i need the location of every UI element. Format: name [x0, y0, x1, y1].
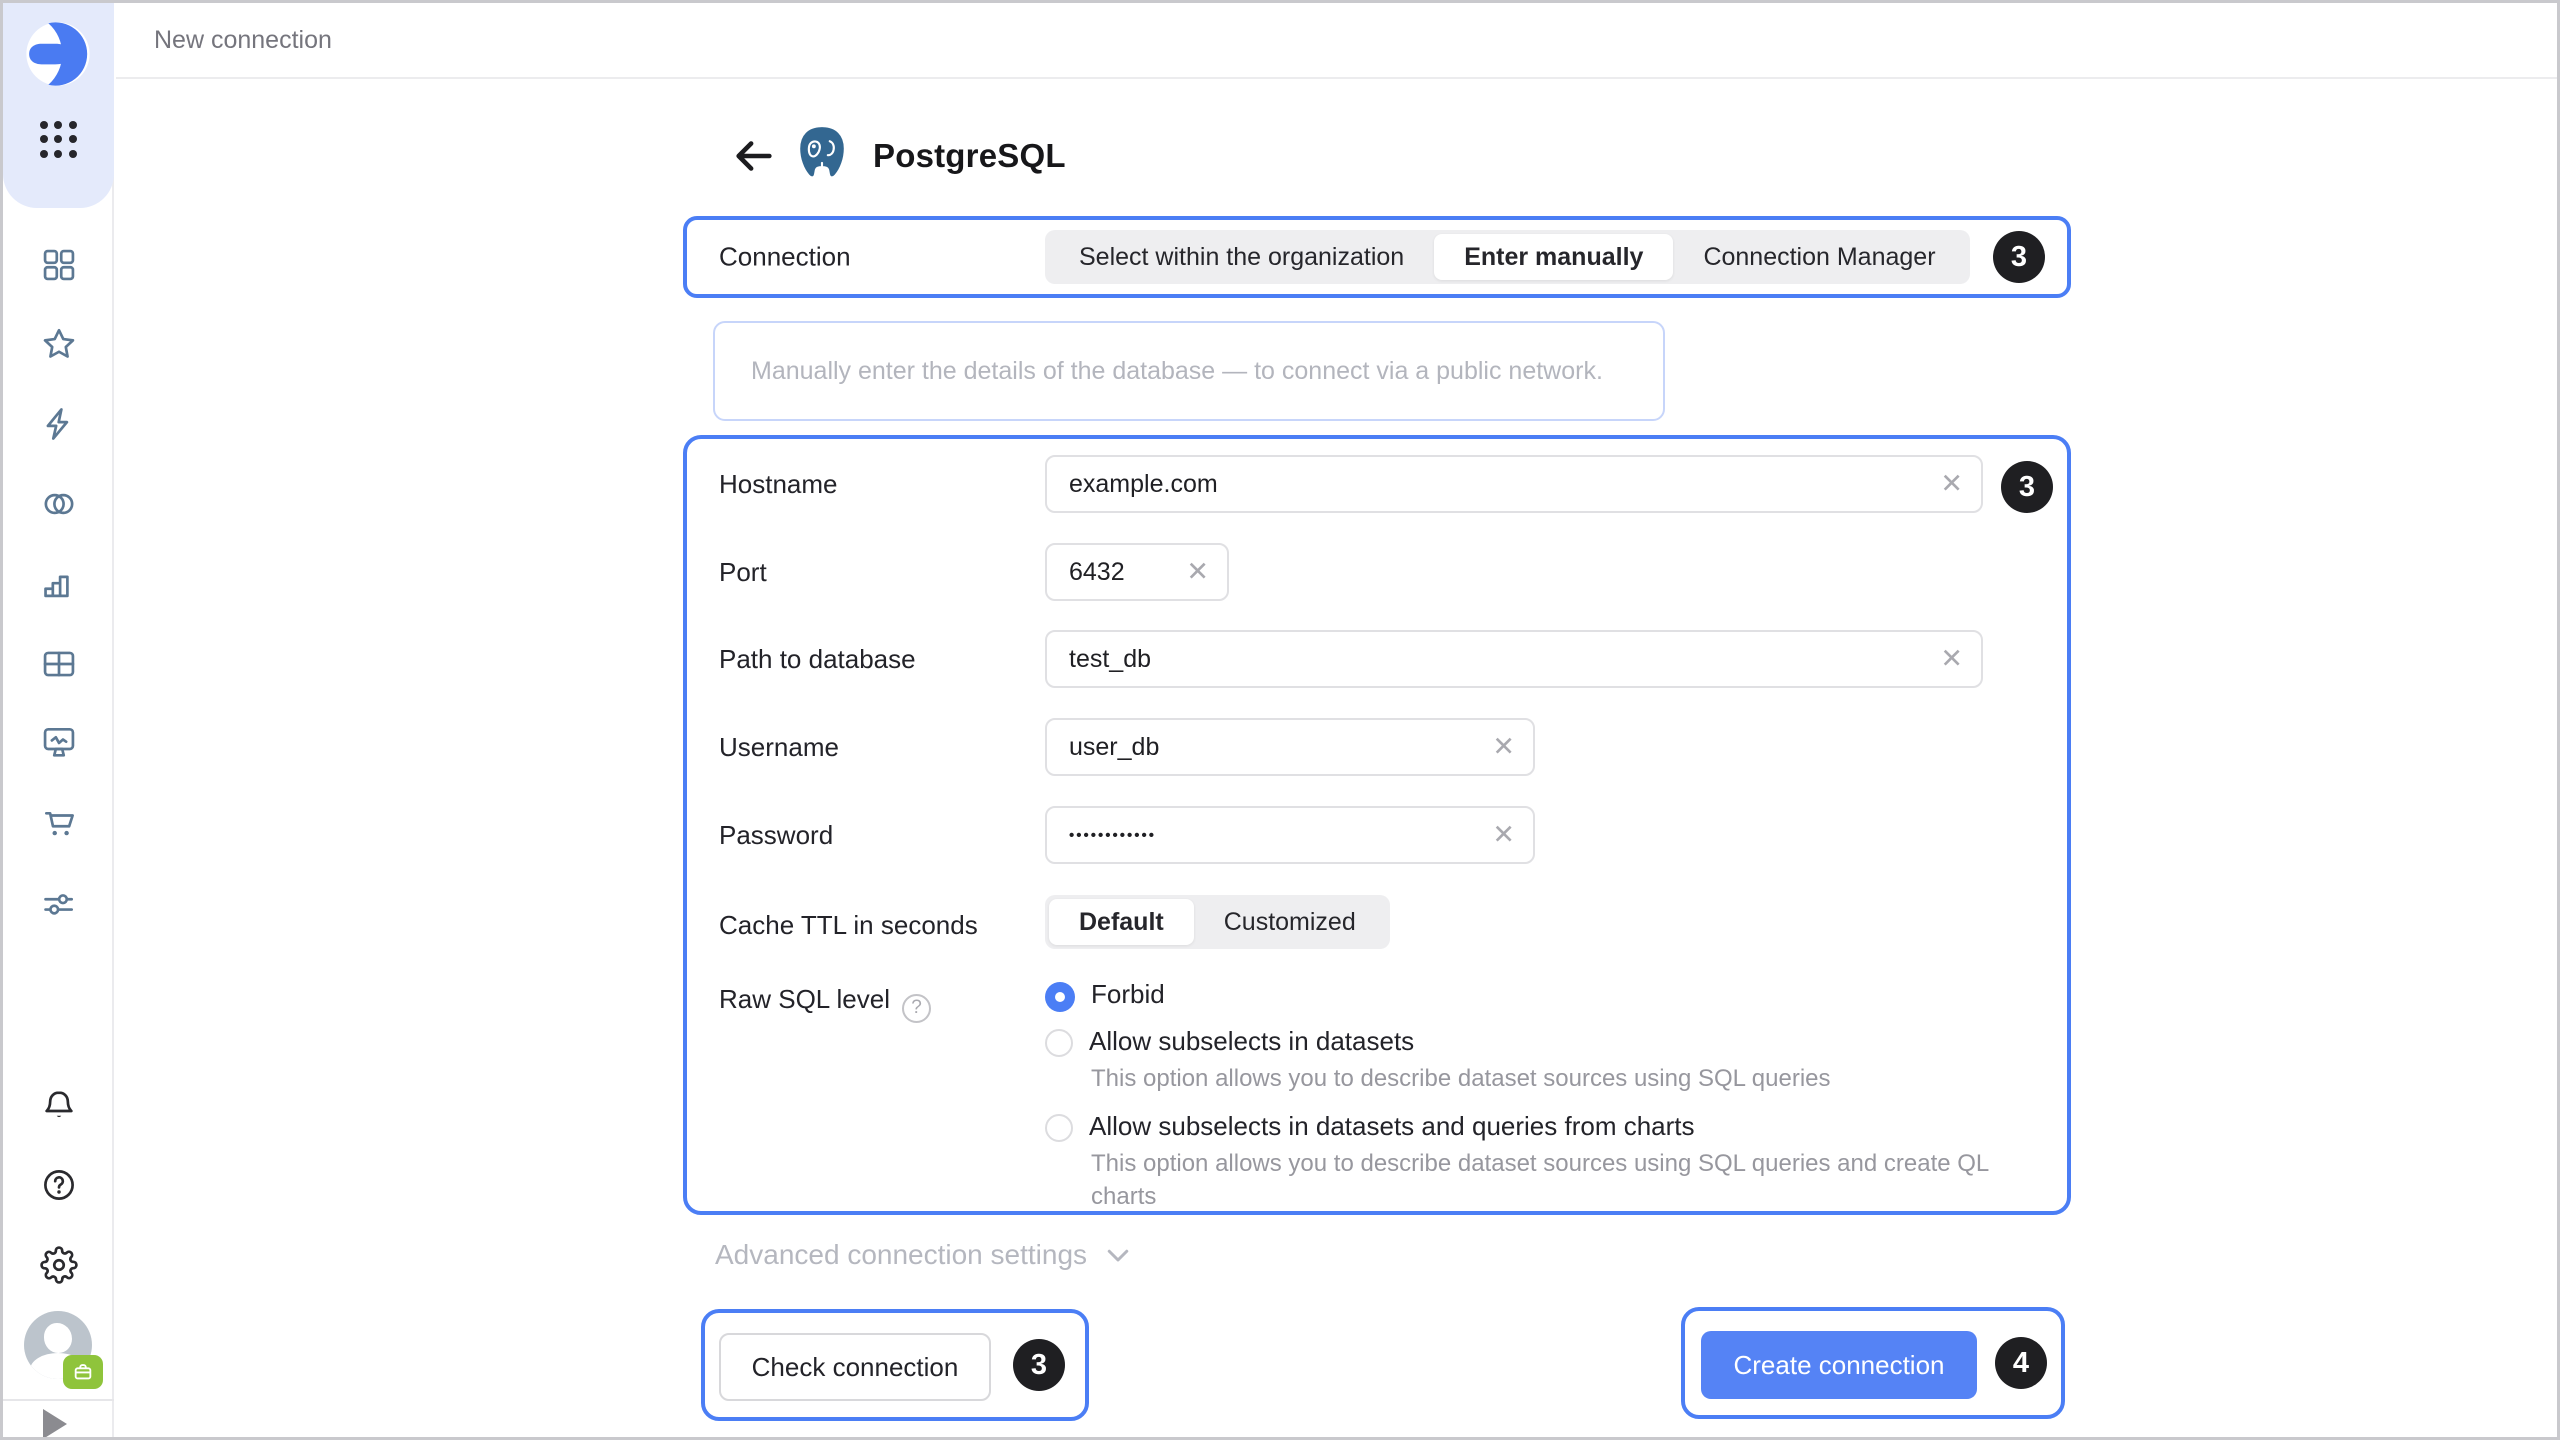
hostname-label: Hostname [719, 469, 838, 500]
back-arrow-icon[interactable] [731, 133, 777, 179]
password-label: Password [719, 820, 833, 851]
annotation-box-form: 3 Hostname example.com ✕ Port 6432 ✕ Pat… [683, 435, 2071, 1215]
password-input[interactable]: •••••••••••• ✕ [1045, 806, 1535, 864]
chevron-down-icon [1103, 1240, 1133, 1270]
port-input[interactable]: 6432 ✕ [1045, 543, 1229, 601]
help-icon[interactable] [39, 1165, 79, 1205]
datalens-logo-icon[interactable] [25, 21, 91, 87]
path-to-database-label: Path to database [719, 644, 916, 675]
radio-option-subselects[interactable]: Allow subselects in datasets This option… [1045, 1026, 2031, 1095]
briefcase-badge-icon [63, 1355, 103, 1389]
radio-icon[interactable] [1045, 1029, 1073, 1057]
sidebar [3, 3, 114, 1437]
port-label: Port [719, 557, 767, 588]
annotation-badge-4: 4 [1995, 1337, 2047, 1389]
hostname-input[interactable]: example.com ✕ [1045, 455, 1983, 513]
clear-icon[interactable]: ✕ [1940, 471, 1963, 498]
logo-panel [3, 3, 114, 208]
username-label: Username [719, 732, 839, 763]
path-to-database-input[interactable]: test_db ✕ [1045, 630, 1983, 688]
clear-icon[interactable]: ✕ [1940, 646, 1963, 673]
radio-option-forbid[interactable]: Forbid [1045, 979, 2031, 1012]
annotation-box-check: Check connection 3 [701, 1309, 1089, 1421]
sidebar-item-favorites[interactable] [39, 324, 79, 364]
cache-ttl-label: Cache TTL in seconds [719, 910, 978, 941]
sidebar-item-editor[interactable] [39, 404, 79, 444]
annotation-box-connection: Connection Select within the organizatio… [683, 216, 2071, 298]
radio-description: This option allows you to describe datas… [1091, 1063, 2031, 1095]
create-connection-button[interactable]: Create connection [1701, 1331, 1977, 1399]
sidebar-item-datasets[interactable] [39, 484, 79, 524]
raw-sql-options: Forbid Allow subselects in datasets This… [1045, 979, 2031, 1213]
clear-icon[interactable]: ✕ [1186, 559, 1209, 586]
sidebar-item-tables[interactable] [39, 644, 79, 684]
page-head: PostgreSQL [731, 121, 1066, 191]
postgresql-logo-icon [791, 123, 853, 189]
raw-sql-label: Raw SQL level? [719, 984, 931, 1023]
connection-label: Connection [719, 242, 851, 273]
sidebar-item-dashboards[interactable] [39, 245, 79, 285]
check-connection-button[interactable]: Check connection [719, 1333, 991, 1401]
clear-icon[interactable]: ✕ [1492, 734, 1515, 761]
radio-option-subselects-charts[interactable]: Allow subselects in datasets and queries… [1045, 1111, 2031, 1213]
tab-select-within-organization[interactable]: Select within the organization [1049, 234, 1434, 280]
page-breadcrumb-title: New connection [154, 26, 332, 55]
app-window: New connection PostgreSQL Connection Sel… [0, 0, 2560, 1440]
page-title: PostgreSQL [873, 137, 1066, 175]
cache-ttl-customized[interactable]: Customized [1194, 899, 1386, 945]
tab-enter-manually[interactable]: Enter manually [1434, 234, 1673, 280]
annotation-badge-3: 3 [1013, 1339, 1065, 1391]
hint-text: Manually enter the details of the databa… [751, 357, 1603, 386]
radio-icon[interactable] [1045, 1114, 1073, 1142]
clear-icon[interactable]: ✕ [1492, 822, 1515, 849]
username-input[interactable]: user_db ✕ [1045, 718, 1535, 776]
tab-connection-manager[interactable]: Connection Manager [1673, 234, 1965, 280]
sidebar-item-services[interactable] [39, 884, 79, 924]
gear-icon[interactable] [39, 1245, 79, 1285]
cache-ttl-default[interactable]: Default [1049, 899, 1194, 945]
notifications-bell-icon[interactable] [39, 1085, 79, 1125]
sidebar-item-monitoring[interactable] [39, 722, 79, 762]
annotation-badge-3: 3 [2001, 461, 2053, 513]
sidebar-item-charts[interactable] [39, 564, 79, 604]
annotation-badge-3: 3 [1993, 231, 2045, 283]
help-question-icon[interactable]: ? [902, 994, 931, 1023]
radio-selected-icon[interactable] [1045, 982, 1075, 1012]
apps-grid-icon[interactable] [40, 121, 78, 159]
sidebar-item-marketplace[interactable] [39, 802, 79, 842]
advanced-settings-toggle[interactable]: Advanced connection settings [715, 1239, 1133, 1271]
annotation-box-create: Create connection 4 [1681, 1307, 2065, 1419]
radio-description: This option allows you to describe datas… [1091, 1148, 2031, 1213]
sidebar-divider [3, 1399, 114, 1401]
advanced-settings-label: Advanced connection settings [715, 1239, 1087, 1271]
connection-type-switcher: Select within the organization Enter man… [1045, 230, 1970, 284]
hint-box: Manually enter the details of the databa… [713, 321, 1665, 421]
sidebar-expand-arrow-icon[interactable] [43, 1409, 67, 1439]
cache-ttl-switcher: Default Customized [1045, 895, 1390, 949]
header-bar: New connection [116, 3, 2557, 79]
